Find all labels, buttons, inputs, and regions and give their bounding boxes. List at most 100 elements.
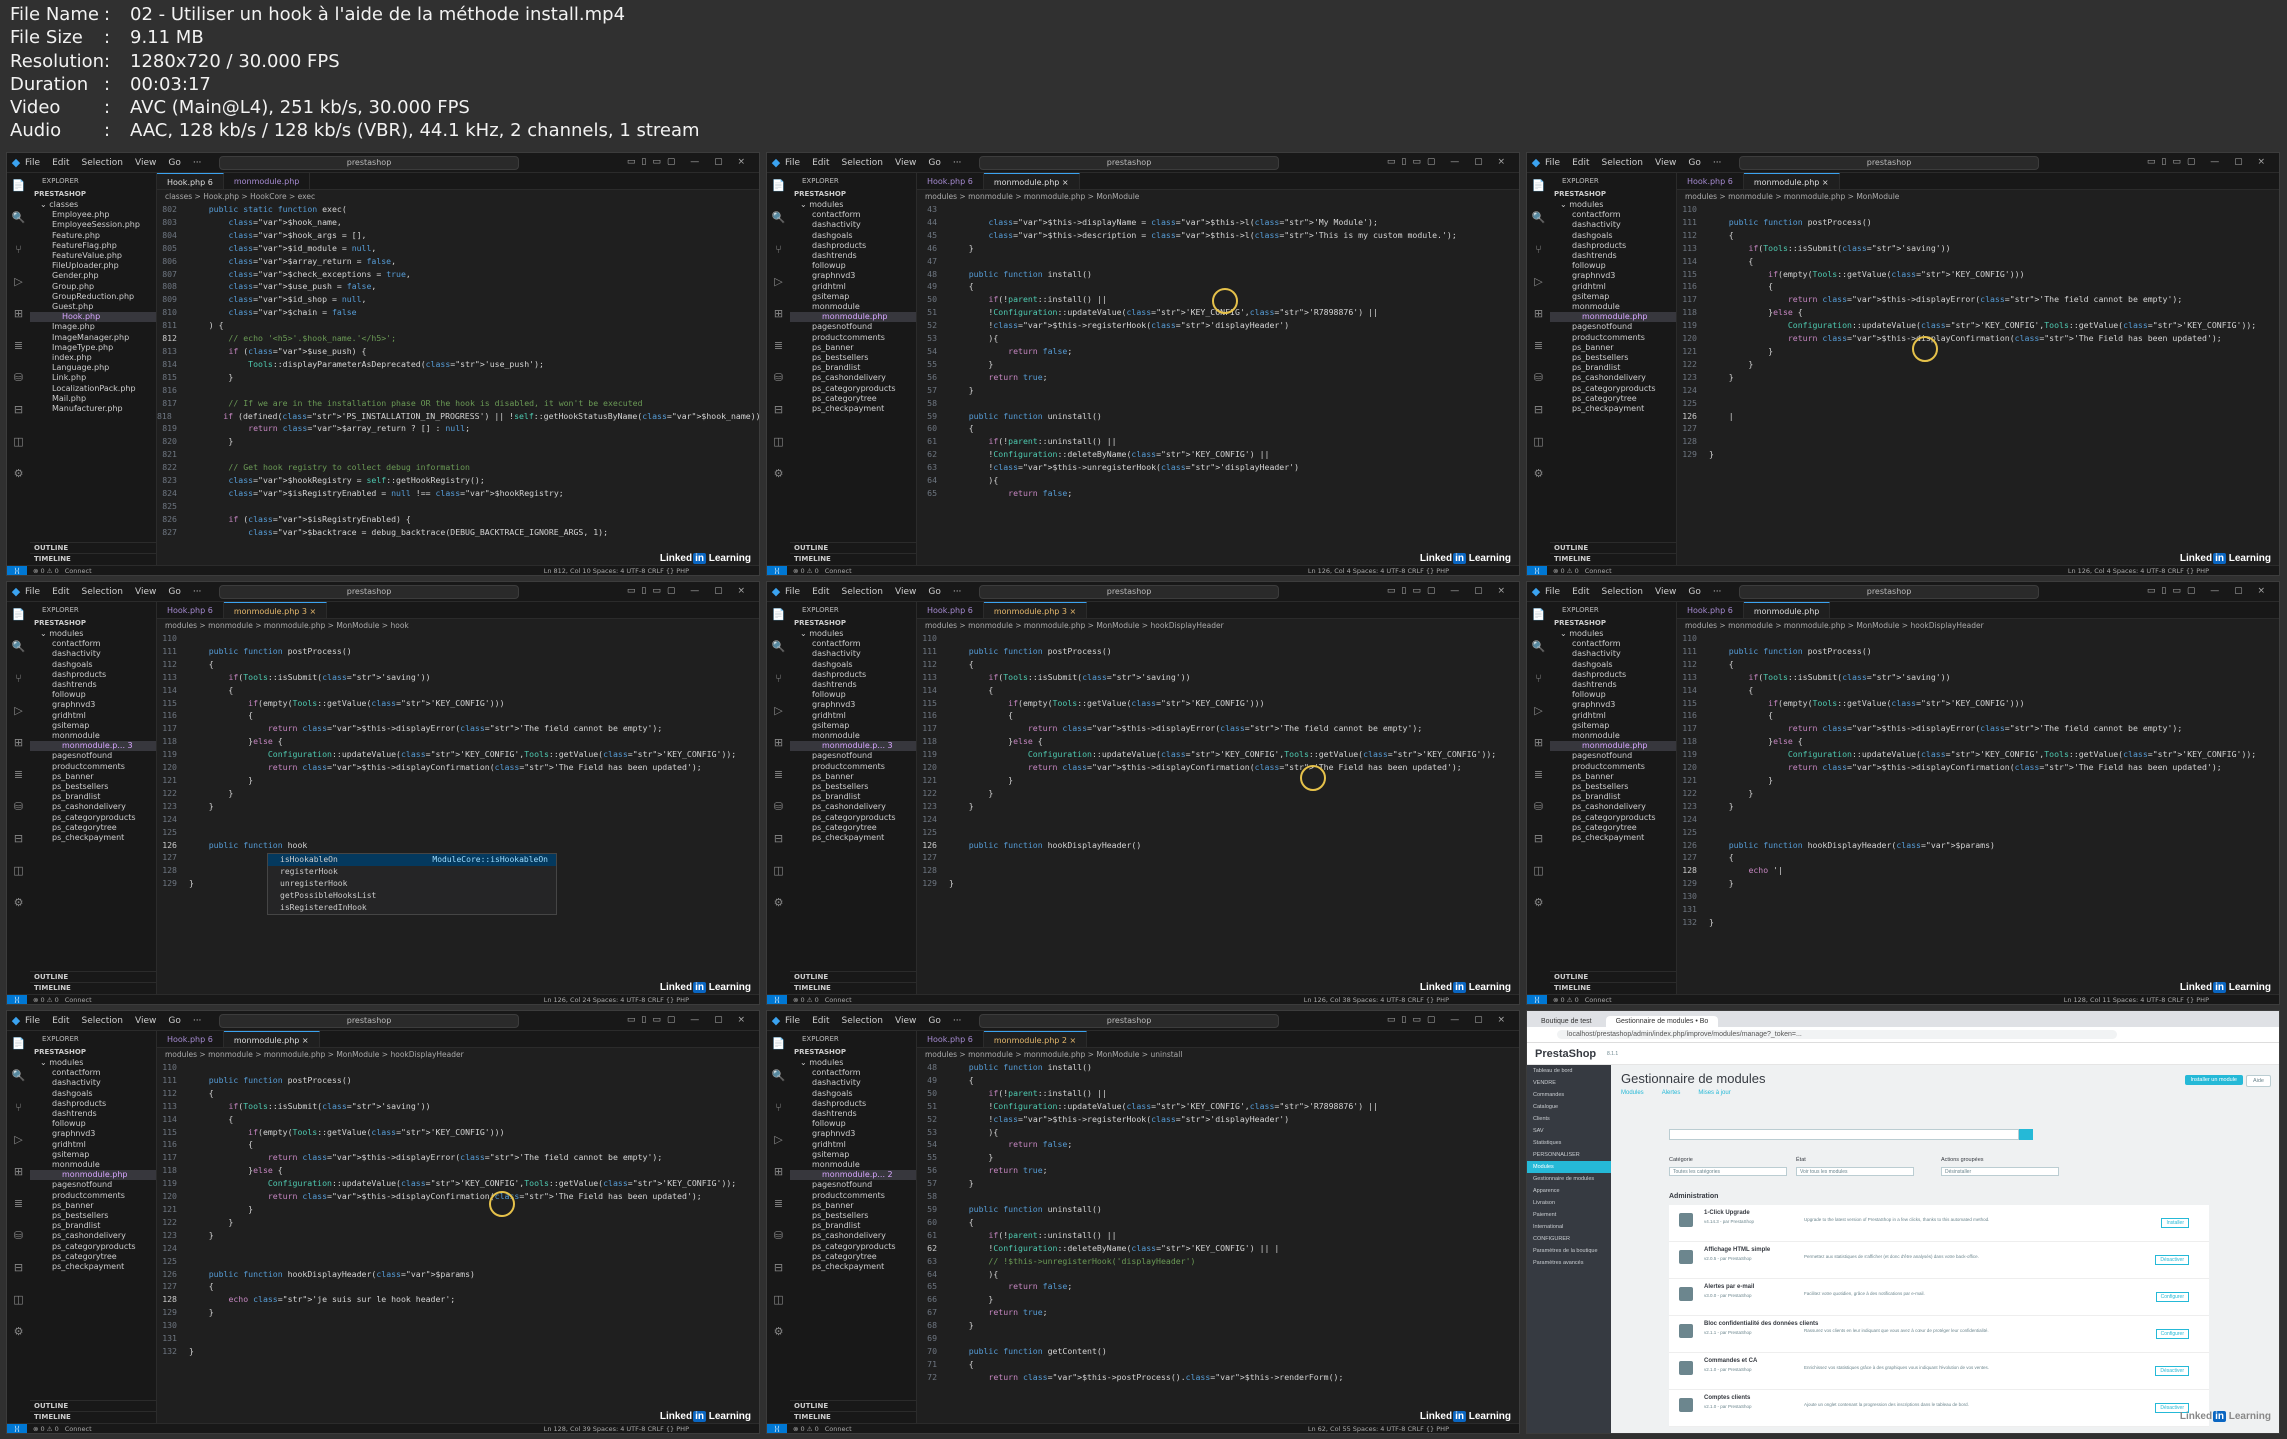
activity-icon[interactable]: ⑂ — [1535, 672, 1542, 685]
tree-folder[interactable]: ⌄ classes — [30, 200, 156, 210]
tree-item[interactable]: productcomments — [30, 762, 156, 772]
connect-status[interactable]: Connect — [825, 996, 852, 1004]
activity-icon[interactable]: ≣ — [1534, 768, 1543, 781]
timeline-section[interactable]: TIMELINE — [790, 1411, 916, 1423]
module-action-button[interactable]: Configurer — [2155, 1329, 2189, 1339]
tree-item[interactable]: ImageManager.php — [30, 333, 156, 343]
explorer-root[interactable]: PRESTASHOP — [790, 1047, 916, 1058]
code-area[interactable]: 110 111 public function postProcess() 112 … — [1677, 203, 2279, 461]
module-action-button[interactable]: Configurer — [2155, 1292, 2189, 1302]
tree-item[interactable]: gsitemap — [790, 292, 916, 302]
filter-select[interactable]: Voir tous les modules — [1796, 1167, 1914, 1176]
tree-item[interactable]: contactform — [1550, 210, 1676, 220]
suggestion-item[interactable]: unregisterHook — [268, 878, 556, 890]
admin-nav-item[interactable]: Paramètres avancés — [1527, 1257, 1611, 1269]
activity-icon[interactable]: ⚙ — [14, 1325, 24, 1338]
activity-icon[interactable]: ◫ — [13, 1293, 23, 1306]
breadcrumb[interactable]: modules > monmodule > monmodule.php > Mo… — [157, 619, 759, 632]
tree-item[interactable]: ps_brandlist — [1550, 792, 1676, 802]
menu-item[interactable]: Selection — [1602, 587, 1643, 597]
tree-item[interactable]: Feature.php — [30, 231, 156, 241]
tree-item[interactable]: Manufacturer.php — [30, 404, 156, 414]
cursor-position-status[interactable]: Ln 62, Col 55 Spaces: 4 UTF-8 CRLF {} PH… — [1308, 1425, 1449, 1433]
tree-item[interactable]: followup — [790, 690, 916, 700]
tree-item[interactable]: ps_cashondelivery — [30, 802, 156, 812]
activity-icon[interactable]: 📄 — [772, 608, 786, 621]
connect-status[interactable]: Connect — [1585, 996, 1612, 1004]
activity-icon[interactable]: ⚙ — [774, 896, 784, 909]
admin-nav-item[interactable]: Commandes — [1527, 1089, 1611, 1101]
activity-icon[interactable]: ≣ — [774, 768, 783, 781]
activity-icon[interactable]: ▷ — [1534, 275, 1542, 288]
activity-icon[interactable]: ⑂ — [775, 243, 782, 256]
activity-icon[interactable]: ◫ — [1533, 864, 1543, 877]
tree-folder[interactable]: ⌄ modules — [790, 200, 916, 210]
suggestion-item[interactable]: isRegisteredInHook — [268, 902, 556, 914]
tree-item[interactable]: gridhtml — [790, 711, 916, 721]
remote-icon[interactable]: ⟩⟨ — [1527, 565, 1547, 575]
timeline-section[interactable]: TIMELINE — [30, 553, 156, 565]
timeline-section[interactable]: TIMELINE — [1550, 553, 1676, 565]
cursor-position-status[interactable]: Ln 126, Col 4 Spaces: 4 UTF-8 CRLF {} PH… — [2068, 567, 2209, 575]
tree-item[interactable]: dashtrends — [30, 1109, 156, 1119]
breadcrumb[interactable]: modules > monmodule > monmodule.php > Mo… — [157, 1048, 759, 1061]
module-search-input[interactable] — [1669, 1129, 2019, 1140]
admin-nav-item[interactable]: Clients — [1527, 1113, 1611, 1125]
window-controls[interactable]: ▭▯▭▢ — ▢ × — [627, 157, 751, 167]
editor-tab[interactable]: Hook.php 6 — [157, 173, 224, 189]
remote-icon[interactable]: ⟩⟨ — [7, 994, 27, 1004]
tree-item[interactable]: Employee.php — [30, 210, 156, 220]
explorer-root[interactable]: PRESTASHOP — [30, 1047, 156, 1058]
connect-status[interactable]: Connect — [65, 1425, 92, 1433]
menu-item[interactable]: File — [1545, 587, 1560, 597]
menu-item[interactable]: View — [895, 1016, 916, 1026]
tree-item[interactable]: EmployeeSession.php — [30, 220, 156, 230]
breadcrumb[interactable]: modules > monmodule > monmodule.php > Mo… — [917, 1048, 1519, 1061]
tree-item[interactable]: ps_bestsellers — [790, 782, 916, 792]
breadcrumb[interactable]: modules > monmodule > monmodule.php > Mo… — [1677, 619, 2279, 632]
tree-item[interactable]: ps_banner — [30, 1201, 156, 1211]
tree-item[interactable]: ps_categorytree — [1550, 394, 1676, 404]
editor-tab[interactable]: monmodule.php 3 × — [983, 602, 1088, 618]
tree-item[interactable]: dashactivity — [1550, 649, 1676, 659]
menu-item[interactable]: Selection — [82, 1016, 123, 1026]
tree-item[interactable]: ps_cashondelivery — [30, 1231, 156, 1241]
tree-item[interactable]: dashgoals — [1550, 660, 1676, 670]
tree-item[interactable]: ps_banner — [790, 1201, 916, 1211]
activity-icon[interactable]: ≣ — [14, 768, 23, 781]
activity-icon[interactable]: ⛁ — [14, 800, 23, 813]
tree-item[interactable]: graphnvd3 — [790, 1129, 916, 1139]
tree-item[interactable]: ps_categorytree — [790, 823, 916, 833]
activity-icon[interactable]: ▷ — [774, 1133, 782, 1146]
page-tab[interactable]: Alertes — [1662, 1090, 1681, 1096]
menu-item[interactable]: ··· — [1713, 158, 1722, 168]
tree-item[interactable]: monmodule — [1550, 302, 1676, 312]
timeline-section[interactable]: TIMELINE — [30, 982, 156, 994]
menu-item[interactable]: Go — [168, 158, 180, 168]
activity-icon[interactable]: ⊟ — [14, 1261, 23, 1274]
activity-icon[interactable]: ◫ — [13, 435, 23, 448]
tree-item[interactable]: ps_brandlist — [30, 792, 156, 802]
tree-item[interactable]: graphnvd3 — [30, 700, 156, 710]
suggestion-item[interactable]: registerHook — [268, 866, 556, 878]
module-action-button[interactable]: Désactiver — [2155, 1255, 2189, 1265]
tree-item[interactable]: GroupReduction.php — [30, 292, 156, 302]
menu-item[interactable]: View — [895, 158, 916, 168]
tree-item[interactable]: ps_brandlist — [30, 1221, 156, 1231]
tree-item[interactable]: ps_checkpayment — [1550, 404, 1676, 414]
tree-item[interactable]: productcomments — [30, 1191, 156, 1201]
tree-item[interactable]: contactform — [1550, 639, 1676, 649]
tree-item[interactable]: ps_brandlist — [790, 792, 916, 802]
timeline-section[interactable]: TIMELINE — [30, 1411, 156, 1423]
tree-item[interactable]: contactform — [790, 1068, 916, 1078]
tree-item[interactable]: pagesnotfound — [30, 1180, 156, 1190]
menu-item[interactable]: View — [135, 587, 156, 597]
activity-icon[interactable]: 🔍 — [772, 640, 786, 653]
tree-item[interactable]: dashgoals — [1550, 231, 1676, 241]
activity-icon[interactable]: ▷ — [14, 1133, 22, 1146]
activity-icon[interactable]: ⊟ — [774, 403, 783, 416]
menu-item[interactable]: Edit — [52, 158, 69, 168]
tree-item[interactable]: ps_bestsellers — [1550, 353, 1676, 363]
menu-item[interactable]: Go — [928, 587, 940, 597]
tree-item[interactable]: ps_categorytree — [1550, 823, 1676, 833]
